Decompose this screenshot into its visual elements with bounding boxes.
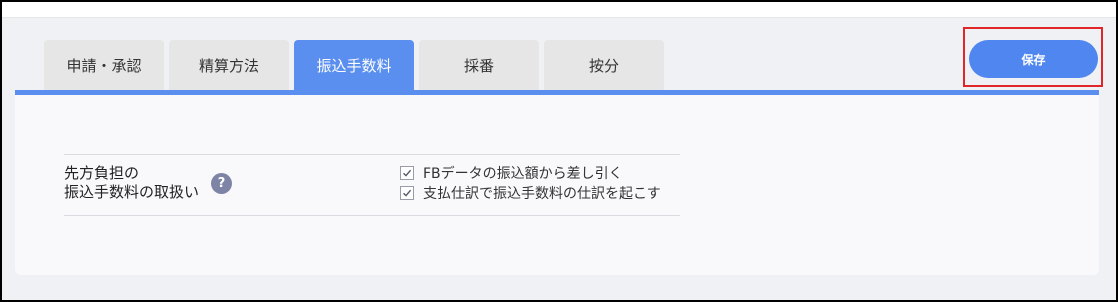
- settings-tabs: 申請・承認 精算方法 振込手数料 採番 按分: [44, 40, 664, 90]
- checkbox-journal-fee[interactable]: [400, 186, 414, 200]
- transfer-fee-panel: 先方負担の 振込手数料の取扱い ? FBデータの振込額から差し引く 支払仕訳で振…: [15, 95, 1099, 275]
- tab-numbering[interactable]: 採番: [419, 40, 539, 90]
- check-icon: [403, 189, 412, 197]
- app-frame: 申請・承認 精算方法 振込手数料 採番 按分 先方負担の 振込手数料の取扱い ?…: [0, 0, 1118, 302]
- option-journal-fee-label: 支払仕訳で振込手数料の仕訳を起こす: [423, 186, 661, 202]
- tab-transfer-fee[interactable]: 振込手数料: [294, 40, 414, 90]
- tab-approval[interactable]: 申請・承認: [44, 40, 164, 90]
- tab-allocation[interactable]: 按分: [544, 40, 664, 90]
- option-deduct-from-fb-label: FBデータの振込額から差し引く: [423, 166, 623, 182]
- setting-label: 先方負担の 振込手数料の取扱い: [64, 164, 264, 202]
- save-button[interactable]: 保存: [969, 40, 1098, 78]
- tab-settlement-method[interactable]: 精算方法: [169, 40, 289, 90]
- setting-label-line1: 先方負担の: [64, 164, 140, 182]
- top-strip: [2, 2, 1116, 18]
- question-icon[interactable]: ?: [211, 173, 232, 194]
- option-journal-fee[interactable]: 支払仕訳で振込手数料の仕訳を起こす: [400, 183, 661, 203]
- checkbox-deduct-from-fb[interactable]: [400, 166, 414, 180]
- transfer-fee-setting-row: 先方負担の 振込手数料の取扱い ? FBデータの振込額から差し引く 支払仕訳で振…: [64, 154, 680, 216]
- fee-options: FBデータの振込額から差し引く 支払仕訳で振込手数料の仕訳を起こす: [400, 163, 661, 203]
- setting-label-line2: 振込手数料の取扱い: [64, 183, 200, 201]
- check-icon: [403, 169, 412, 177]
- option-deduct-from-fb[interactable]: FBデータの振込額から差し引く: [400, 163, 661, 183]
